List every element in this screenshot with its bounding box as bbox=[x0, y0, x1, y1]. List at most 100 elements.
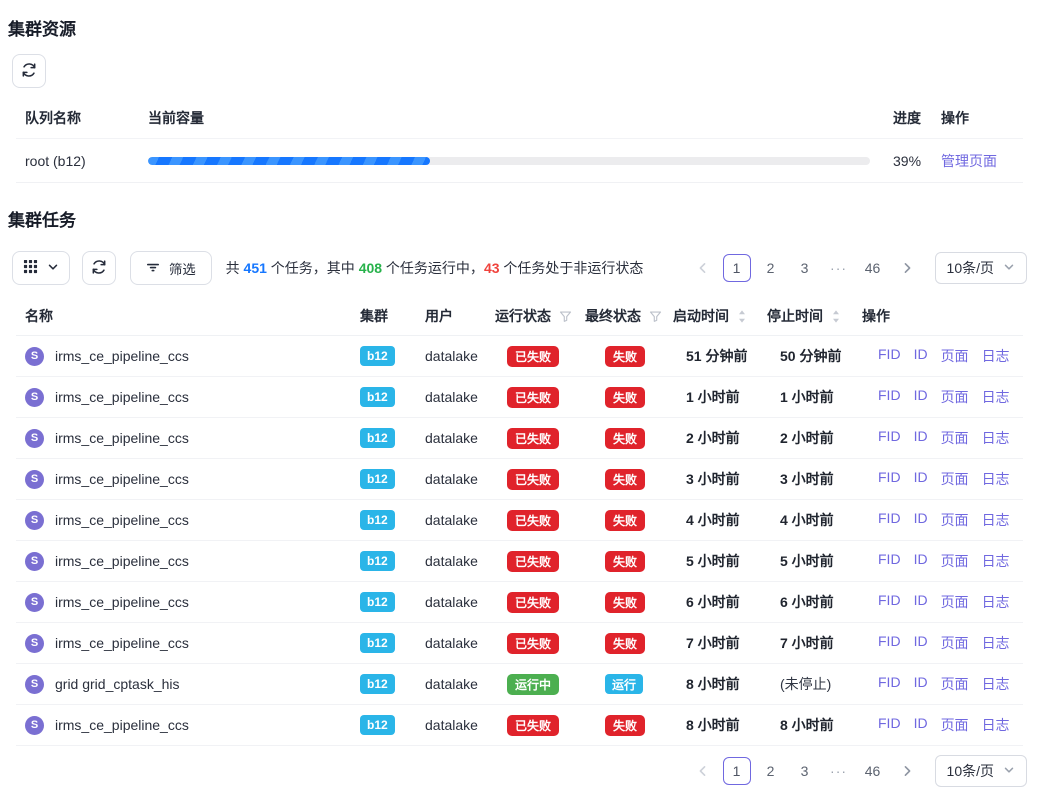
next-page-button[interactable] bbox=[893, 254, 921, 282]
op-link-fid[interactable]: FID bbox=[878, 551, 901, 571]
task-name: irms_ce_pipeline_ccs bbox=[55, 635, 189, 651]
op-link-页面[interactable]: 页面 bbox=[941, 633, 969, 653]
task-name: irms_ce_pipeline_ccs bbox=[55, 512, 189, 528]
op-link-id[interactable]: ID bbox=[914, 469, 928, 489]
sorter-icon[interactable] bbox=[737, 309, 747, 324]
cluster-cell: b12 bbox=[360, 428, 425, 448]
op-link-页面[interactable]: 页面 bbox=[941, 674, 969, 694]
op-link-日志[interactable]: 日志 bbox=[982, 715, 1010, 735]
op-link-日志[interactable]: 日志 bbox=[982, 346, 1010, 366]
column-header-stop: 停止时间 bbox=[767, 306, 860, 326]
stop-time-cell: 3 小时前 bbox=[767, 469, 860, 489]
page-button-46[interactable]: 46 bbox=[859, 757, 887, 785]
op-link-id[interactable]: ID bbox=[914, 674, 928, 694]
filter-button[interactable]: 筛选 bbox=[130, 251, 212, 285]
op-link-fid[interactable]: FID bbox=[878, 510, 901, 530]
op-link-页面[interactable]: 页面 bbox=[941, 592, 969, 612]
avatar: S bbox=[25, 388, 44, 407]
table-row: Sirms_ce_pipeline_ccsb12datalake已失败失败51 … bbox=[16, 336, 1023, 377]
task-name: irms_ce_pipeline_ccs bbox=[55, 430, 189, 446]
op-link-日志[interactable]: 日志 bbox=[982, 469, 1010, 489]
final-status-badge: 失败 bbox=[605, 428, 645, 449]
column-header-label: 集群 bbox=[360, 306, 388, 326]
op-link-日志[interactable]: 日志 bbox=[982, 428, 1010, 448]
op-link-id[interactable]: ID bbox=[914, 428, 928, 448]
final-status-badge: 运行 bbox=[605, 674, 643, 694]
op-link-页面[interactable]: 页面 bbox=[941, 551, 969, 571]
run-status-cell: 已失败 bbox=[495, 633, 585, 654]
op-link-id[interactable]: ID bbox=[914, 387, 928, 407]
run-status-cell: 已失败 bbox=[495, 715, 585, 736]
op-link-日志[interactable]: 日志 bbox=[982, 592, 1010, 612]
stop-time-cell: 5 小时前 bbox=[767, 551, 860, 571]
next-page-button[interactable] bbox=[893, 757, 921, 785]
run-status-badge: 运行中 bbox=[507, 674, 559, 695]
page-button-1[interactable]: 1 bbox=[723, 757, 751, 785]
op-link-id[interactable]: ID bbox=[914, 346, 928, 366]
op-link-日志[interactable]: 日志 bbox=[982, 510, 1010, 530]
page-button-1[interactable]: 1 bbox=[723, 254, 751, 282]
sorter-icon[interactable] bbox=[831, 309, 841, 324]
avatar: S bbox=[25, 675, 44, 694]
tasks-table: 名称集群用户运行状态最终状态启动时间停止时间操作 Sirms_ce_pipeli… bbox=[16, 297, 1023, 746]
op-link-日志[interactable]: 日志 bbox=[982, 551, 1010, 571]
column-header-cluster: 集群 bbox=[360, 306, 425, 326]
op-link-fid[interactable]: FID bbox=[878, 428, 901, 448]
stop-time-cell: 8 小时前 bbox=[767, 715, 860, 735]
op-link-fid[interactable]: FID bbox=[878, 346, 901, 366]
page-size-label: 10条/页 bbox=[947, 258, 994, 278]
manage-page-link[interactable]: 管理页面 bbox=[941, 153, 997, 169]
op-link-日志[interactable]: 日志 bbox=[982, 674, 1010, 694]
page-button-2[interactable]: 2 bbox=[757, 254, 785, 282]
op-link-日志[interactable]: 日志 bbox=[982, 633, 1010, 653]
page-button-3[interactable]: 3 bbox=[791, 757, 819, 785]
prev-page-button[interactable] bbox=[689, 757, 717, 785]
page-button-2[interactable]: 2 bbox=[757, 757, 785, 785]
cluster-cell: b12 bbox=[360, 715, 425, 735]
avatar: S bbox=[25, 593, 44, 612]
tasks-refresh-button[interactable] bbox=[82, 251, 116, 285]
op-link-页面[interactable]: 页面 bbox=[941, 346, 969, 366]
summary-part: 个任务运行中， bbox=[382, 260, 484, 276]
filter-lines-icon bbox=[146, 260, 160, 277]
op-link-fid[interactable]: FID bbox=[878, 592, 901, 612]
op-link-fid[interactable]: FID bbox=[878, 469, 901, 489]
op-link-fid[interactable]: FID bbox=[878, 674, 901, 694]
user-cell: datalake bbox=[425, 389, 495, 405]
resources-refresh-button[interactable] bbox=[12, 54, 46, 88]
filter-funnel-icon[interactable] bbox=[649, 310, 662, 323]
column-header-label: 用户 bbox=[425, 306, 453, 326]
resources-table-row: root (b12) 39% 管理页面 bbox=[16, 139, 1023, 183]
op-link-页面[interactable]: 页面 bbox=[941, 510, 969, 530]
op-link-fid[interactable]: FID bbox=[878, 715, 901, 735]
page-size-select[interactable]: 10条/页 bbox=[935, 755, 1027, 787]
cluster-tag: b12 bbox=[360, 633, 395, 653]
op-link-fid[interactable]: FID bbox=[878, 387, 901, 407]
column-header-final: 最终状态 bbox=[585, 306, 673, 326]
op-link-id[interactable]: ID bbox=[914, 592, 928, 612]
op-link-id[interactable]: ID bbox=[914, 551, 928, 571]
user-cell: datalake bbox=[425, 553, 495, 569]
page-button-46[interactable]: 46 bbox=[859, 254, 887, 282]
page-button-3[interactable]: 3 bbox=[791, 254, 819, 282]
task-name-cell: Sirms_ce_pipeline_ccs bbox=[16, 388, 360, 407]
avatar: S bbox=[25, 634, 44, 653]
op-link-页面[interactable]: 页面 bbox=[941, 387, 969, 407]
run-status-badge: 已失败 bbox=[507, 633, 559, 654]
op-link-fid[interactable]: FID bbox=[878, 633, 901, 653]
page-size-select[interactable]: 10条/页 bbox=[935, 252, 1027, 284]
op-link-页面[interactable]: 页面 bbox=[941, 428, 969, 448]
op-link-id[interactable]: ID bbox=[914, 633, 928, 653]
op-link-页面[interactable]: 页面 bbox=[941, 715, 969, 735]
filter-funnel-icon[interactable] bbox=[559, 310, 572, 323]
op-link-id[interactable]: ID bbox=[914, 715, 928, 735]
op-link-日志[interactable]: 日志 bbox=[982, 387, 1010, 407]
op-link-页面[interactable]: 页面 bbox=[941, 469, 969, 489]
start-time-cell: 6 小时前 bbox=[673, 592, 767, 612]
op-link-id[interactable]: ID bbox=[914, 510, 928, 530]
layout-dropdown-button[interactable] bbox=[12, 251, 70, 285]
prev-page-button[interactable] bbox=[689, 254, 717, 282]
avatar: S bbox=[25, 716, 44, 735]
column-header-ops: 操作 bbox=[860, 306, 1023, 326]
cluster-cell: b12 bbox=[360, 592, 425, 612]
